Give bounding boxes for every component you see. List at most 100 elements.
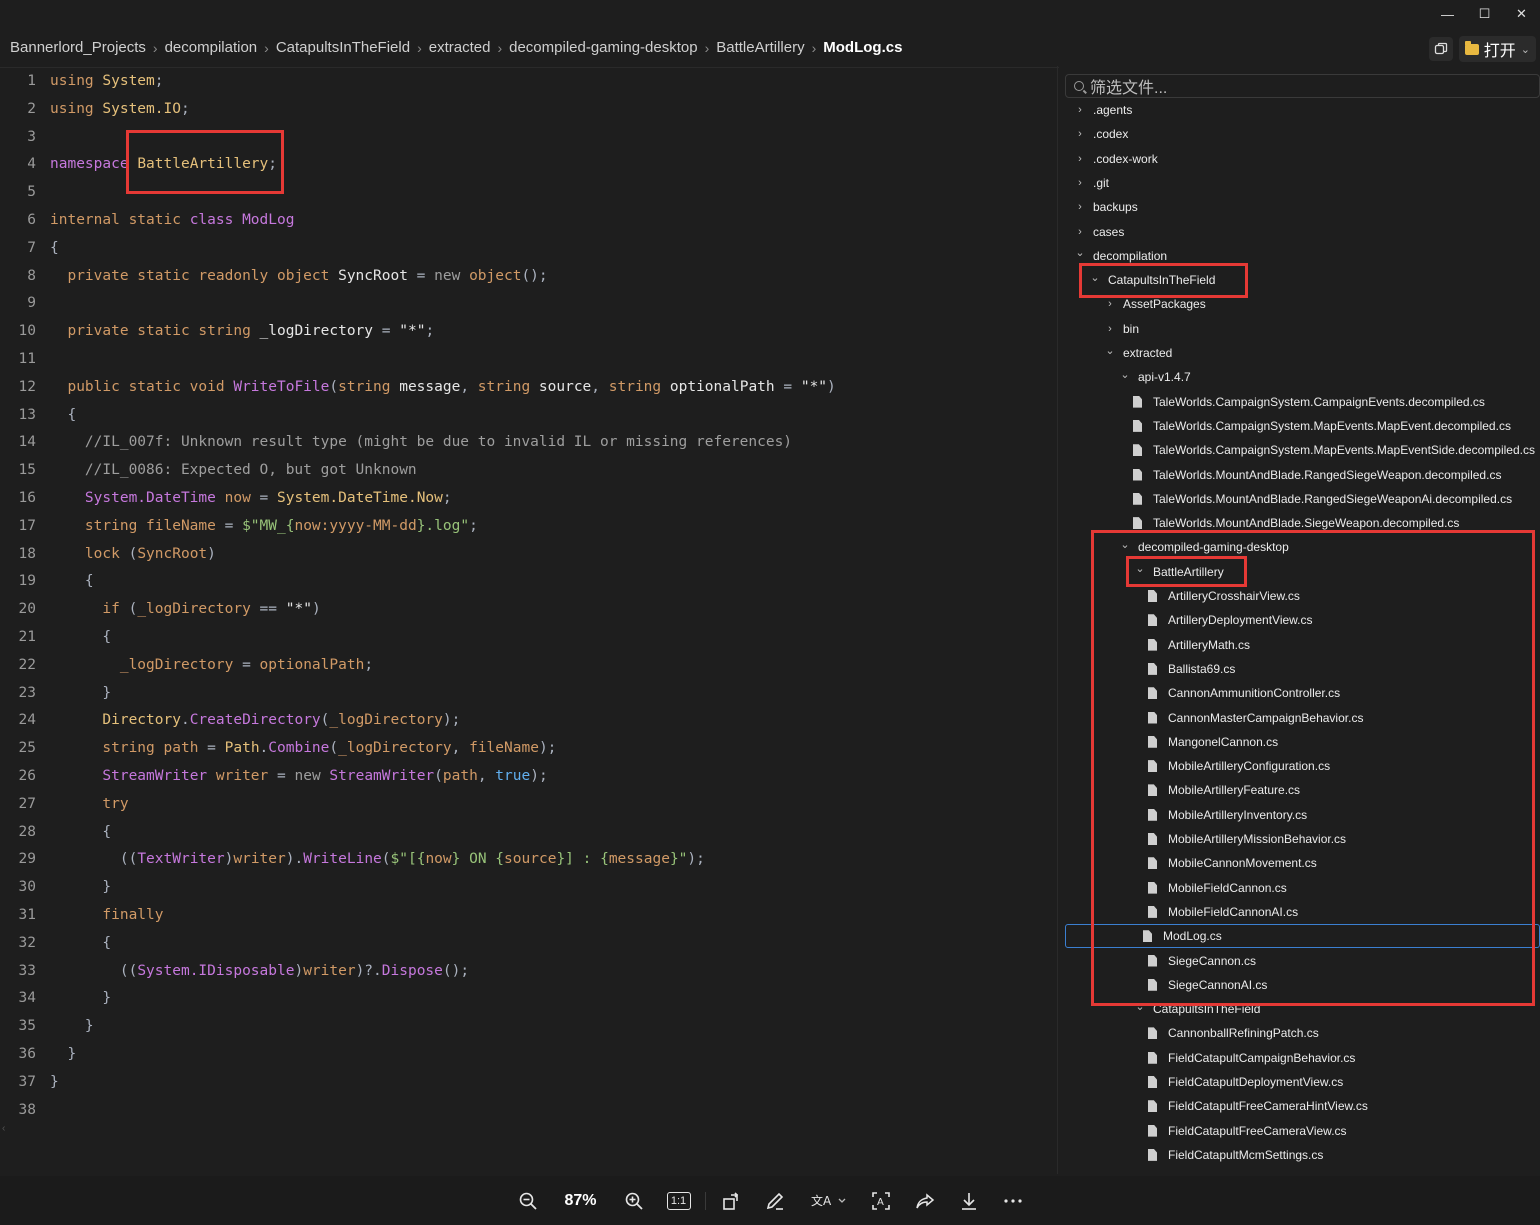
more-button[interactable] [1002,1190,1024,1212]
minimize-button[interactable]: — [1429,0,1466,28]
breadcrumb-item-desktop[interactable]: decompiled-gaming-desktop [509,39,697,56]
tree-folder[interactable]: ⌄ CatapultsInTheField [1133,997,1260,1021]
chevron-down-icon[interactable]: ⌄ [1118,538,1132,551]
tree-file[interactable]: ArtilleryCrosshairView.cs [1148,584,1300,608]
tree-file[interactable]: MobileArtilleryInventory.cs [1148,803,1307,827]
tree-folder[interactable]: › .codex [1073,122,1128,146]
chevron-right-icon[interactable]: › [1073,153,1087,165]
code-text: } [50,879,112,896]
code-line: 33 ((System.IDisposable)writer)?.Dispose… [0,957,1050,985]
tree-folder[interactable]: ⌄ decompiled-gaming-desktop [1118,535,1288,559]
chevron-right-icon[interactable]: › [1103,323,1117,335]
chevron-right-icon[interactable]: › [1073,128,1087,140]
breadcrumb-item-battleartillery[interactable]: BattleArtillery [716,39,804,56]
share-icon [915,1192,934,1208]
tree-file[interactable]: FieldCatapultFreeCameraHintView.cs [1148,1094,1368,1118]
tree-folder[interactable]: › bin [1103,317,1139,341]
tree-item-label: cases [1093,224,1125,239]
tree-item-label: SiegeCannon.cs [1168,953,1257,968]
tree-file[interactable]: FieldCatapultDeploymentView.cs [1148,1070,1343,1094]
tree-file[interactable]: MobileCannonMovement.cs [1148,851,1317,875]
chevron-right-icon[interactable]: › [1073,104,1087,116]
tree-file[interactable]: TaleWorlds.MountAndBlade.RangedSiegeWeap… [1133,463,1501,487]
code-editor[interactable]: 1 using System; 2 using System.IO; 3 4 namespa… [0,66,1058,1174]
code-line: 17 string fileName = $"MW_{now:yyyy-MM-d… [0,512,1050,540]
open-button[interactable]: 打开 ⌄ [1458,36,1536,62]
ocr-button[interactable]: A [870,1190,892,1212]
actual-size-button[interactable]: 1:1 [666,1191,691,1210]
tree-file[interactable]: Ballista69.cs [1148,657,1235,681]
tree-folder[interactable]: ⌄ api-v1.4.7 [1118,365,1190,389]
zoom-out-button[interactable] [517,1190,539,1212]
tree-folder[interactable]: ⌄ decompilation [1073,244,1167,268]
tree-file[interactable]: FieldCatapultMcmSettings.cs [1148,1143,1323,1167]
tree-item-label: CannonballRefiningPatch.cs [1168,1026,1319,1041]
code-line: 16 System.DateTime now = System.DateTime… [0,484,1050,512]
tree-file[interactable]: TaleWorlds.CampaignSystem.MapEvents.MapE… [1133,414,1511,438]
tree-file[interactable]: ModLog.cs [1065,924,1540,949]
tree-folder[interactable]: ⌄ CatapultsInTheField [1088,268,1215,292]
tree-folder[interactable]: ⌄ BattleArtillery [1133,560,1223,584]
tree-folder[interactable]: ⌄ extracted [1103,341,1172,365]
chevron-right-icon[interactable]: › [1073,226,1087,238]
zoom-level[interactable]: 87% [561,1192,601,1210]
tree-item-label: .codex-work [1093,151,1158,166]
line-number: 33 [18,962,36,979]
code-text: _logDirectory = optionalPath; [119,656,374,673]
tree-folder[interactable]: › .git [1073,171,1109,195]
tree-file[interactable]: ArtilleryDeploymentView.cs [1148,608,1313,632]
tree-file[interactable]: MobileArtilleryFeature.cs [1148,778,1300,802]
chevron-down-icon[interactable]: ⌄ [1088,271,1102,284]
tree-folder[interactable]: › cases [1073,220,1124,244]
tree-item-label: MobileFieldCannonAI.cs [1168,904,1299,919]
tree-file[interactable]: MobileFieldCannon.cs [1148,876,1287,900]
rotate-button[interactable] [720,1190,742,1212]
copy-button[interactable] [1428,37,1453,61]
tree-file[interactable]: MobileFieldCannonAI.cs [1148,900,1298,924]
edit-button[interactable] [764,1190,786,1212]
chevron-down-icon[interactable]: ⌄ [1103,344,1117,357]
breadcrumb-item-projects[interactable]: Bannerlord_Projects [10,39,146,56]
zoom-in-button[interactable] [623,1190,645,1212]
breadcrumb-item-catapults[interactable]: CatapultsInTheField [276,39,410,56]
tree-file[interactable]: ArtilleryMath.cs [1148,633,1250,657]
breadcrumb-item-decompilation[interactable]: decompilation [165,39,258,56]
chevron-right-icon[interactable]: › [1103,298,1117,310]
tree-item-label: ArtilleryCrosshairView.cs [1168,589,1300,603]
chevron-down-icon[interactable]: ⌄ [1118,368,1132,381]
chevron-down-icon[interactable]: ⌄ [1073,246,1087,259]
maximize-button[interactable]: ☐ [1466,0,1503,28]
tree-folder[interactable]: › AssetPackages [1103,292,1206,316]
tree-file[interactable]: TaleWorlds.MountAndBlade.RangedSiegeWeap… [1133,487,1512,511]
tree-folder[interactable]: › .codex-work [1073,147,1158,171]
tree-file[interactable]: TaleWorlds.MountAndBlade.SiegeWeapon.dec… [1133,511,1459,535]
close-button[interactable]: ✕ [1503,0,1540,28]
code-line: 36 } [0,1040,1050,1068]
chevron-down-icon[interactable]: ⌄ [1133,562,1147,575]
tree-item-label: TaleWorlds.MountAndBlade.RangedSiegeWeap… [1153,467,1502,482]
tree-file[interactable]: MangonelCannon.cs [1148,730,1278,754]
tree-file[interactable]: CannonballRefiningPatch.cs [1148,1021,1319,1045]
tree-folder[interactable]: › backups [1073,195,1138,219]
tree-file[interactable]: TaleWorlds.CampaignSystem.MapEvents.MapE… [1133,438,1535,462]
chevron-down-icon[interactable]: ⌄ [1133,1000,1147,1013]
tree-folder[interactable]: › .agents [1073,98,1132,122]
tree-file[interactable]: SiegeCannon.cs [1148,949,1256,973]
tree-file[interactable]: TaleWorlds.CampaignSystem.CampaignEvents… [1133,390,1485,414]
tree-file[interactable]: CannonMasterCampaignBehavior.cs [1148,706,1363,730]
tree-file[interactable]: FieldCatapultCampaignBehavior.cs [1148,1046,1355,1070]
tree-file[interactable]: CannonAmmunitionController.cs [1148,681,1340,705]
chevron-right-icon[interactable]: › [1073,201,1087,213]
tree-file[interactable]: MobileArtilleryMissionBehavior.cs [1148,827,1346,851]
code-line: 2 using System.IO; [0,95,1050,123]
download-button[interactable] [958,1190,980,1212]
tree-file[interactable]: MobileArtilleryConfiguration.cs [1148,754,1330,778]
filter-input[interactable]: 筛选文件... [1065,74,1540,98]
line-number: 34 [18,990,36,1007]
tree-file[interactable]: FieldCatapultFreeCameraView.cs [1148,1119,1347,1143]
tree-file[interactable]: SiegeCannonAI.cs [1148,973,1267,997]
breadcrumb-item-extracted[interactable]: extracted [429,39,491,56]
translate-button[interactable]: 文A [808,1190,848,1212]
chevron-right-icon[interactable]: › [1073,177,1087,189]
share-button[interactable] [914,1190,936,1212]
